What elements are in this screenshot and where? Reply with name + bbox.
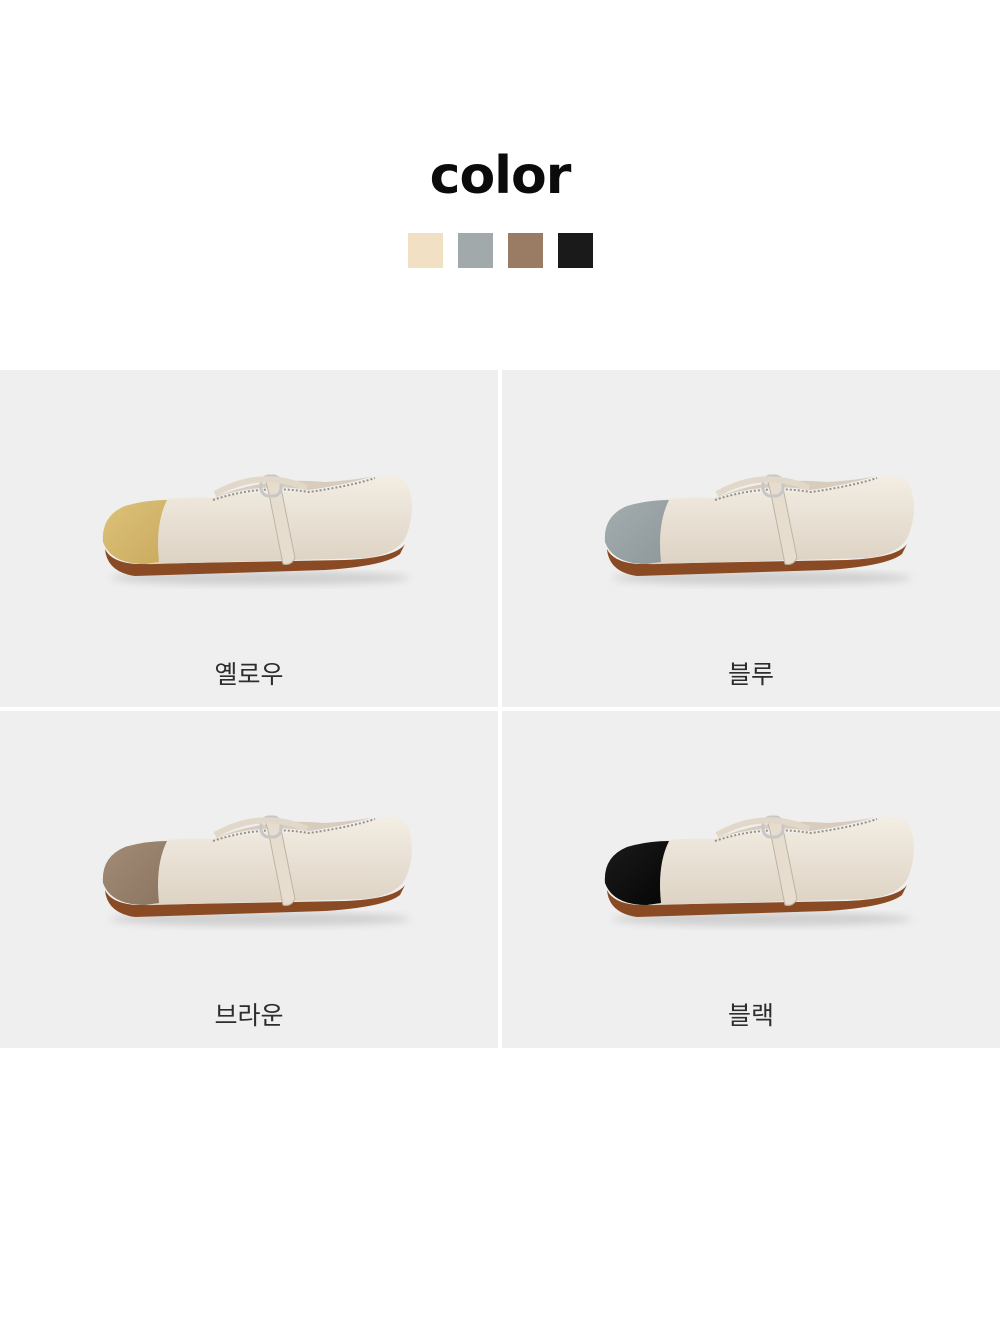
shoe-toe-cap [604, 500, 669, 564]
variant-label: 브라운 [214, 1001, 284, 1030]
color-swatches [408, 233, 594, 268]
shoe-image [604, 474, 914, 585]
swatch-blue[interactable] [458, 233, 493, 268]
variant-panel-black[interactable]: 블랙 [502, 711, 1000, 1048]
shoe-toe-cap [102, 841, 167, 905]
variant-panel-yellow[interactable]: 옐로우 [0, 370, 498, 707]
variant-label: 블랙 [727, 1001, 774, 1030]
swatch-yellow[interactable] [408, 233, 443, 268]
shoe-image [604, 815, 914, 926]
swatch-black[interactable] [558, 233, 593, 268]
variant-label: 블루 [727, 660, 774, 689]
shoe-image [102, 474, 412, 585]
shoe-toe-cap [604, 841, 669, 905]
shoe-toe-cap [102, 500, 167, 564]
variant-label: 옐로우 [214, 660, 284, 689]
swatch-brown[interactable] [508, 233, 543, 268]
color-heading: color [429, 146, 572, 206]
shoe-image [102, 815, 412, 926]
variant-panel-blue[interactable]: 블루 [502, 370, 1000, 707]
variant-panel-brown[interactable]: 브라운 [0, 711, 498, 1048]
